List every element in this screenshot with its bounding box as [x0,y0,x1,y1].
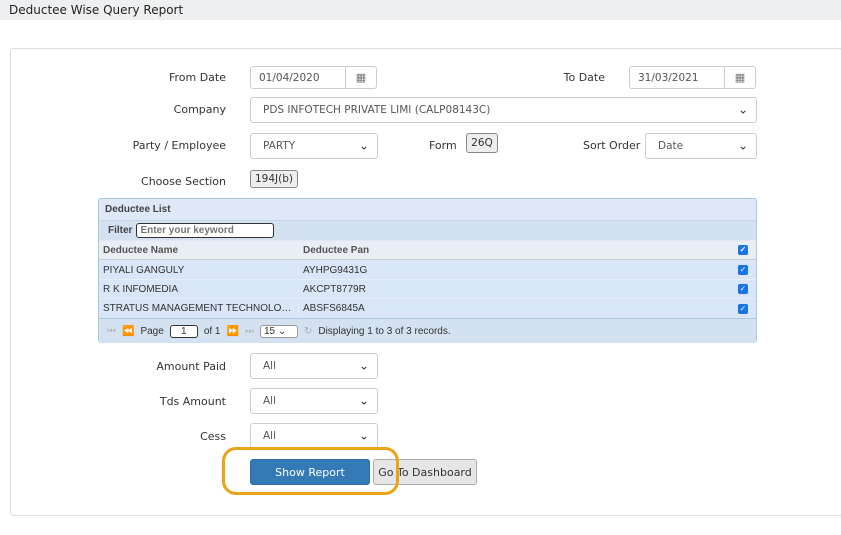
from-date-input[interactable]: 01/04/2020 [250,66,346,89]
sort-order-label: Sort Order [583,139,641,152]
amount-paid-value: All [263,360,277,372]
go-to-dashboard-button[interactable]: Go To Dashboard [373,459,477,485]
chevron-down-icon: ⌄ [358,428,369,443]
tds-amount-value: All [263,395,277,407]
refresh-icon[interactable]: ↻ [304,326,312,337]
deductee-name: R K INFOMEDIA [99,283,299,295]
table-row[interactable]: PIYALI GANGULY AYHPG9431G ✓ [99,261,756,280]
company-select[interactable]: PDS INFOTECH PRIVATE LIMI (CALP08143C) ⌄ [250,97,757,123]
form-value: 26Q [466,133,498,153]
to-date-label: To Date [563,71,605,84]
deductee-pan: AKCPT8779R [303,283,366,295]
tds-amount-select[interactable]: All ⌄ [250,388,378,414]
section-label: Choose Section [141,175,226,188]
from-date-label: From Date [168,71,226,84]
page-label: Page [140,325,164,337]
page-count: of 1 [203,325,221,337]
first-page-icon[interactable]: ⏮ [107,326,116,337]
table-row[interactable]: STRATUS MANAGEMENT TECHNOLOGI... ABSFS68… [99,299,756,318]
party-label: Party / Employee [132,139,226,152]
party-select[interactable]: PARTY ⌄ [250,133,378,159]
cess-label: Cess [200,430,226,443]
amount-paid-label: Amount Paid [156,360,226,373]
party-value: PARTY [263,140,296,152]
chevron-down-icon: ⌄ [358,138,369,153]
row-checkbox[interactable]: ✓ [738,265,748,275]
to-date-input[interactable]: 31/03/2021 [629,66,725,89]
next-page-icon[interactable]: ⏩ [227,326,239,337]
chevron-down-icon: ⌄ [358,358,369,373]
deductee-pan: ABSFS6845A [303,303,365,314]
select-all-checkbox[interactable]: ✓ [738,245,748,255]
chevron-down-icon: ⌄ [737,102,748,117]
grid-status: Displaying 1 to 3 of 3 records. [318,325,451,337]
deductee-name: STRATUS MANAGEMENT TECHNOLOGI... [99,303,299,314]
company-value: PDS INFOTECH PRIVATE LIMI (CALP08143C) [263,104,491,116]
sort-value: Date [658,140,684,152]
deductee-grid: Deductee List Filter Deductee Name Deduc… [98,198,757,343]
deductee-pan: AYHPG9431G [303,264,368,276]
calendar-icon[interactable]: ▦ [345,66,377,89]
filter-input[interactable] [136,223,275,238]
col-header-name[interactable]: Deductee Name [99,245,299,256]
row-checkbox[interactable]: ✓ [738,284,748,294]
grid-title: Deductee List [99,199,756,221]
chevron-down-icon: ⌄ [737,138,748,153]
page-title: Deductee Wise Query Report [0,0,841,20]
last-page-icon[interactable]: ⏭ [245,326,254,337]
show-report-button[interactable]: Show Report [250,459,370,485]
form-label: Form [429,139,457,152]
row-checkbox[interactable]: ✓ [738,303,748,314]
chevron-down-icon: ⌄ [358,393,369,408]
company-label: Company [173,103,226,116]
cess-select[interactable]: All ⌄ [250,423,378,449]
filter-label: Filter [108,225,133,236]
page-size-select[interactable]: 15 ⌄ [259,324,298,338]
page-size-value: 15 [263,325,276,337]
deductee-name: PIYALI GANGULY [99,264,299,276]
prev-page-icon[interactable]: ⏪ [122,326,134,337]
sort-order-select[interactable]: Date ⌄ [645,133,757,159]
calendar-icon[interactable]: ▦ [724,66,756,89]
cess-value: All [263,430,277,442]
amount-paid-select[interactable]: All ⌄ [250,353,378,379]
section-value[interactable]: 194J(b) [250,170,298,188]
tds-amount-label: Tds Amount [159,395,226,408]
table-row[interactable]: R K INFOMEDIA AKCPT8779R ✓ [99,280,756,299]
page-input[interactable]: 1 [169,324,198,338]
col-header-pan[interactable]: Deductee Pan [299,245,729,256]
